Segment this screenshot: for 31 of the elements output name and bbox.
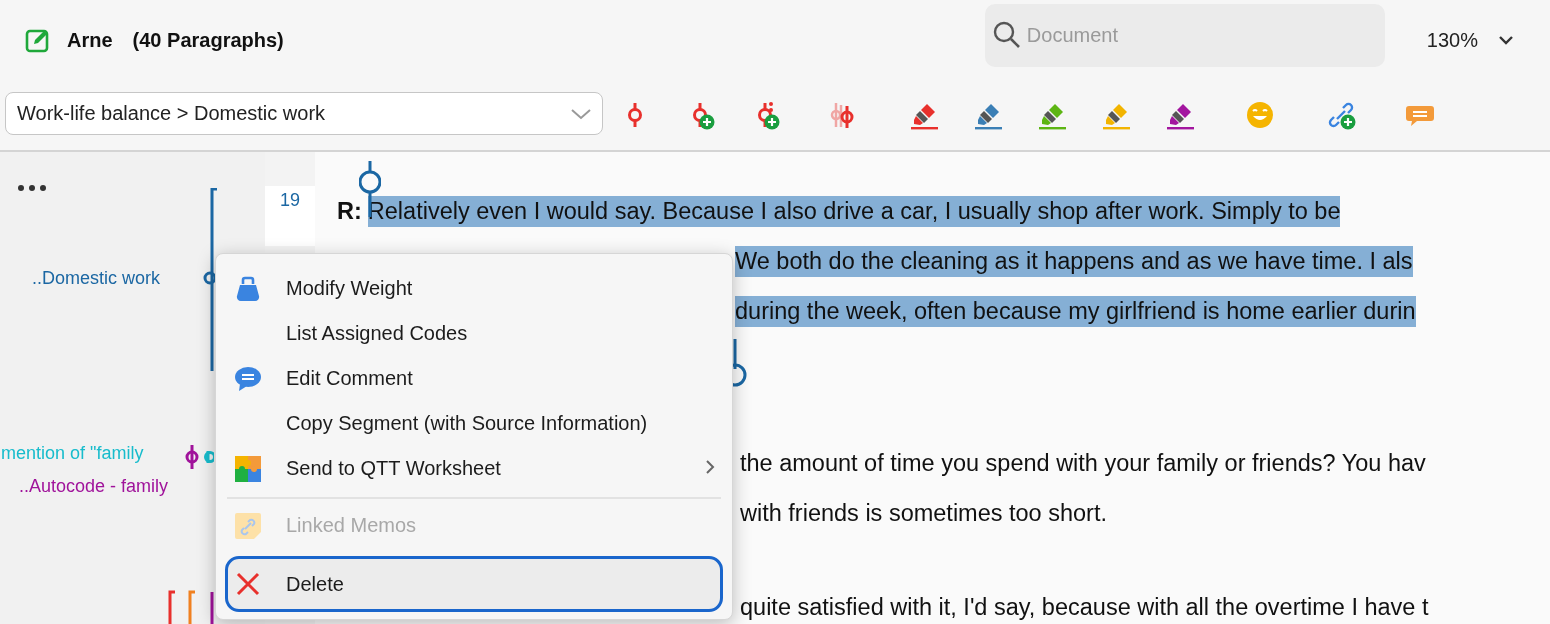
code-label[interactable]: ..Autocode - family (19, 476, 169, 497)
speaker-label: R: (337, 197, 362, 225)
menu-item[interactable]: Delete (225, 556, 723, 612)
code-bracket[interactable] (203, 188, 219, 374)
document-title: Arne (67, 28, 113, 52)
code-dropdown[interactable]: Work-life balance > Domestic work (5, 92, 603, 135)
comment-icon (234, 364, 262, 393)
memo-link-icon (234, 511, 262, 540)
edit-icon[interactable] (25, 27, 51, 53)
menu-item[interactable]: Send to QTT Worksheet (225, 446, 723, 491)
menu-item[interactable]: Copy Segment (with Source Information) (225, 401, 723, 446)
link-plus-icon[interactable] (1326, 100, 1356, 130)
chevron-down-icon (570, 108, 592, 120)
search-field[interactable]: Document (984, 3, 1385, 67)
menu-item[interactable]: Modify Weight (225, 266, 723, 311)
transcript-line: with friends is sometimes too short. (740, 498, 1107, 528)
paragraph-number: 19 (265, 186, 315, 246)
menu-item[interactable]: List Assigned Codes (225, 311, 723, 356)
close-icon (235, 571, 261, 597)
more-icon[interactable] (17, 184, 47, 192)
chevron-down-icon[interactable] (1498, 35, 1514, 45)
code-label[interactable]: ..Domestic work (32, 268, 161, 289)
kettlebell-icon (234, 274, 262, 303)
search-icon (992, 20, 1021, 49)
code-pin-icon[interactable] (184, 442, 214, 472)
transcript-line: quite satisfied with it, I'd say, because with all the overtime I have t (740, 592, 1429, 622)
zoom-level[interactable]: 130% (1426, 28, 1478, 52)
puzzle-icon (234, 454, 262, 483)
menu-item[interactable]: Edit Comment (225, 356, 723, 401)
transcript-line: the amount of time you spend with your family or friends? You hav (740, 448, 1426, 478)
paragraph-count: (40 Paragraphs) (132, 28, 284, 52)
